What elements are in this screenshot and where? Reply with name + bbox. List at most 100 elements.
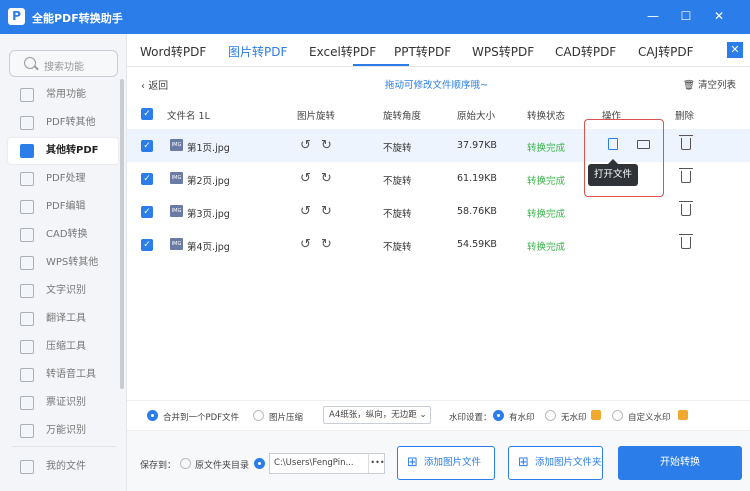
clear-list-button[interactable]: 🗑 清空列表 (683, 77, 736, 91)
sidebar-item-pdf-edit[interactable]: PDF编辑 (8, 194, 118, 220)
vip-medal-icon (678, 410, 688, 420)
rotate-left-icon[interactable]: ↺ (300, 171, 311, 186)
header-rotate: 图片旋转 (297, 111, 336, 122)
tab-word-to-pdf[interactable]: Word转PDF (140, 43, 206, 60)
delete-icon[interactable] (679, 135, 693, 150)
row-checkbox[interactable]: ✓ (141, 239, 153, 251)
close-panel-icon[interactable]: ✕ (727, 42, 743, 58)
rotate-left-icon[interactable]: ↺ (300, 237, 311, 252)
browse-path-button[interactable]: ••• (368, 454, 386, 473)
minimize-button[interactable]: — (645, 8, 661, 24)
delete-icon[interactable] (679, 234, 693, 249)
search-placeholder: 搜索功能 (44, 62, 84, 73)
rotate-left-icon[interactable]: ↺ (300, 204, 311, 219)
rotate-right-icon[interactable]: ↻ (321, 171, 332, 186)
title-bar: P 全能PDF转换助手 — ☐ ✕ (0, 0, 750, 34)
list-toolbar: ‹ 返回 拖动可修改文件顺序哦~ 🗑 清空列表 (127, 67, 750, 99)
tab-image-to-pdf[interactable]: 图片转PDF (228, 43, 287, 60)
tab-ppt-to-pdf[interactable]: PPT转PDF (394, 43, 451, 60)
custom-watermark-label: 自定义水印 (628, 413, 671, 423)
row-checkbox[interactable]: ✓ (141, 173, 153, 185)
sidebar-item-pdf-to-other[interactable]: PDF转其他 (8, 110, 118, 136)
delete-icon[interactable] (679, 168, 693, 183)
wps-icon (20, 256, 34, 270)
search-input[interactable]: 搜索功能 (9, 50, 118, 77)
merge-label: 合并到一个PDF文件 (163, 413, 240, 423)
header-filename[interactable]: 文件名 1L (167, 108, 210, 122)
sidebar-item-translate[interactable]: 翻译工具 (8, 306, 118, 332)
row-checkbox[interactable]: ✓ (141, 140, 153, 152)
tab-wps-to-pdf[interactable]: WPS转PDF (472, 43, 534, 60)
table-row[interactable]: ✓ IMG 第3页.jpg ↺ ↻ 不旋转 58.76KB 转换完成 (127, 195, 750, 228)
rotate-angle: 不旋转 (383, 176, 412, 187)
source-dir-label: 原文件夹目录 (195, 461, 250, 471)
sidebar-item-cad[interactable]: CAD转换 (8, 222, 118, 248)
tab-cad-to-pdf[interactable]: CAD转PDF (555, 43, 616, 60)
no-watermark-radio[interactable] (545, 410, 556, 421)
sidebar-item-ocr[interactable]: 文字识别 (8, 278, 118, 304)
sidebar-item-label: 万能识别 (46, 425, 86, 436)
rotate-left-icon[interactable]: ↺ (300, 138, 311, 153)
scan-icon (20, 424, 34, 438)
image-file-icon: IMG (170, 205, 183, 217)
sidebar-item-label: 票证识别 (46, 397, 86, 408)
custom-watermark-radio[interactable] (612, 410, 623, 421)
tab-caj-to-pdf[interactable]: CAJ转PDF (638, 43, 694, 60)
source-dir-radio[interactable] (180, 458, 191, 469)
conversion-options: 合并到一个PDF文件 图片压缩 A4纸张，纵向，无边距 ⌄ 水印设置： 有水印 … (127, 400, 750, 430)
sidebar-item-common[interactable]: 常用功能 (8, 82, 118, 108)
sidebar-item-ticket[interactable]: 票证识别 (8, 390, 118, 416)
sidebar-item-wps[interactable]: WPS转其他 (8, 250, 118, 276)
compress-label: 图片压缩 (269, 413, 304, 423)
add-folder-button[interactable]: ⊞ 添加图片文件夹 (508, 446, 603, 480)
sidebar-scrollbar[interactable] (120, 79, 124, 389)
maximize-button[interactable]: ☐ (678, 8, 694, 24)
header-status: 转换状态 (527, 111, 566, 122)
select-all-checkbox[interactable]: ✓ (141, 108, 153, 120)
sidebar-item-label: 其他转PDF (46, 145, 99, 156)
with-watermark-radio[interactable] (493, 410, 504, 421)
sidebar-item-other-to-pdf[interactable]: 其他转PDF (8, 138, 118, 164)
rotate-right-icon[interactable]: ↻ (321, 237, 332, 252)
close-button[interactable]: ✕ (711, 8, 727, 24)
tab-bar: Word转PDF 图片转PDF Excel转PDF PPT转PDF WPS转PD… (127, 34, 750, 67)
tab-excel-to-pdf[interactable]: Excel转PDF (309, 43, 376, 60)
rotate-right-icon[interactable]: ↻ (321, 138, 332, 153)
add-images-button[interactable]: ⊞ 添加图片文件 (397, 446, 495, 480)
sidebar-item-voice[interactable]: 转语音工具 (8, 362, 118, 388)
process-icon (20, 172, 34, 186)
table-row[interactable]: ✓ IMG 第4页.jpg ↺ ↻ 不旋转 54.59KB 转换完成 (127, 228, 750, 261)
file-size: 37.97KB (457, 140, 497, 151)
page-setting-value: A4纸张，纵向，无边距 (329, 410, 417, 420)
start-convert-button[interactable]: 开始转换 (618, 446, 742, 480)
back-label: 返回 (148, 81, 169, 92)
custom-dir-radio[interactable] (254, 458, 265, 469)
sidebar-item-label: 翻译工具 (46, 313, 86, 324)
row-checkbox[interactable]: ✓ (141, 206, 153, 218)
rotate-right-icon[interactable]: ↻ (321, 204, 332, 219)
save-path-input[interactable]: C:\Users\FengPin... ••• (269, 453, 385, 474)
delete-icon[interactable] (679, 201, 693, 216)
save-path-value: C:\Users\FengPin... (274, 458, 354, 468)
sidebar-item-my-files[interactable]: 我的文件 (8, 454, 118, 480)
merge-radio[interactable] (147, 410, 158, 421)
compress-radio[interactable] (253, 410, 264, 421)
image-file-icon: IMG (170, 139, 183, 151)
sort-icon: 1L (198, 111, 210, 122)
sidebar-item-universal[interactable]: 万能识别 (8, 418, 118, 444)
back-button[interactable]: ‹ 返回 (141, 77, 168, 92)
sidebar-item-pdf-process[interactable]: PDF处理 (8, 166, 118, 192)
sidebar-item-label: 压缩工具 (46, 341, 86, 352)
sidebar-item-compress[interactable]: 压缩工具 (8, 334, 118, 360)
chevron-down-icon: ⌄ (419, 410, 427, 420)
voice-icon (20, 368, 34, 382)
header-angle: 旋转角度 (383, 111, 422, 122)
clear-list-label: 清空列表 (697, 80, 736, 91)
file-size: 54.59KB (457, 239, 497, 250)
sidebar-item-label: CAD转换 (46, 229, 88, 240)
file-name: 第1页.jpg (187, 143, 230, 154)
compress-icon (20, 340, 34, 354)
page-setting-select[interactable]: A4纸张，纵向，无边距 ⌄ (323, 406, 431, 424)
save-to-label: 保存到： (140, 461, 177, 471)
rotate-angle: 不旋转 (383, 209, 412, 220)
